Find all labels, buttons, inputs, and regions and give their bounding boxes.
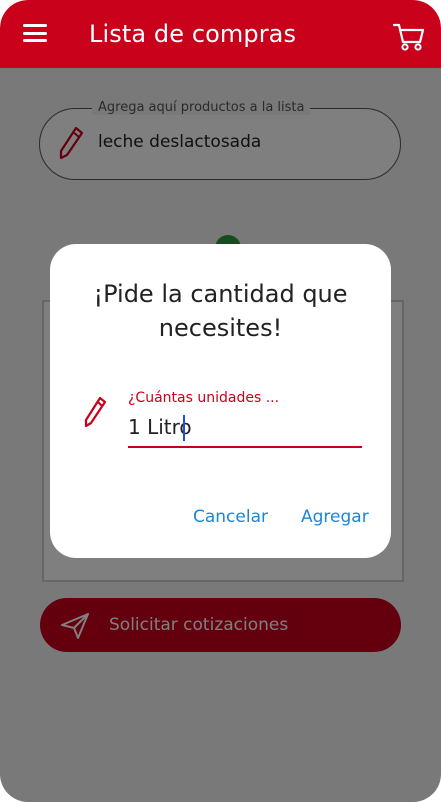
- quantity-dialog: ¡Pide la cantidad que necesites! ¿Cuánta…: [50, 244, 391, 558]
- shopping-cart-icon[interactable]: [393, 22, 425, 52]
- phone-screen: Lista de compras Agrega aquí productos a…: [0, 0, 441, 802]
- dialog-title: ¡Pide la cantidad que necesites!: [93, 280, 348, 342]
- quantity-input[interactable]: [128, 408, 362, 448]
- add-button[interactable]: Agregar: [301, 507, 369, 527]
- cancel-button[interactable]: Cancelar: [193, 507, 268, 527]
- app-bar: Lista de compras: [0, 0, 441, 68]
- pencil-icon: [84, 396, 107, 428]
- quantity-label: ¿Cuántas unidades ...: [128, 390, 280, 406]
- page-title: Lista de compras: [89, 20, 297, 48]
- hamburger-menu-icon[interactable]: [23, 24, 47, 42]
- text-cursor: [183, 415, 185, 441]
